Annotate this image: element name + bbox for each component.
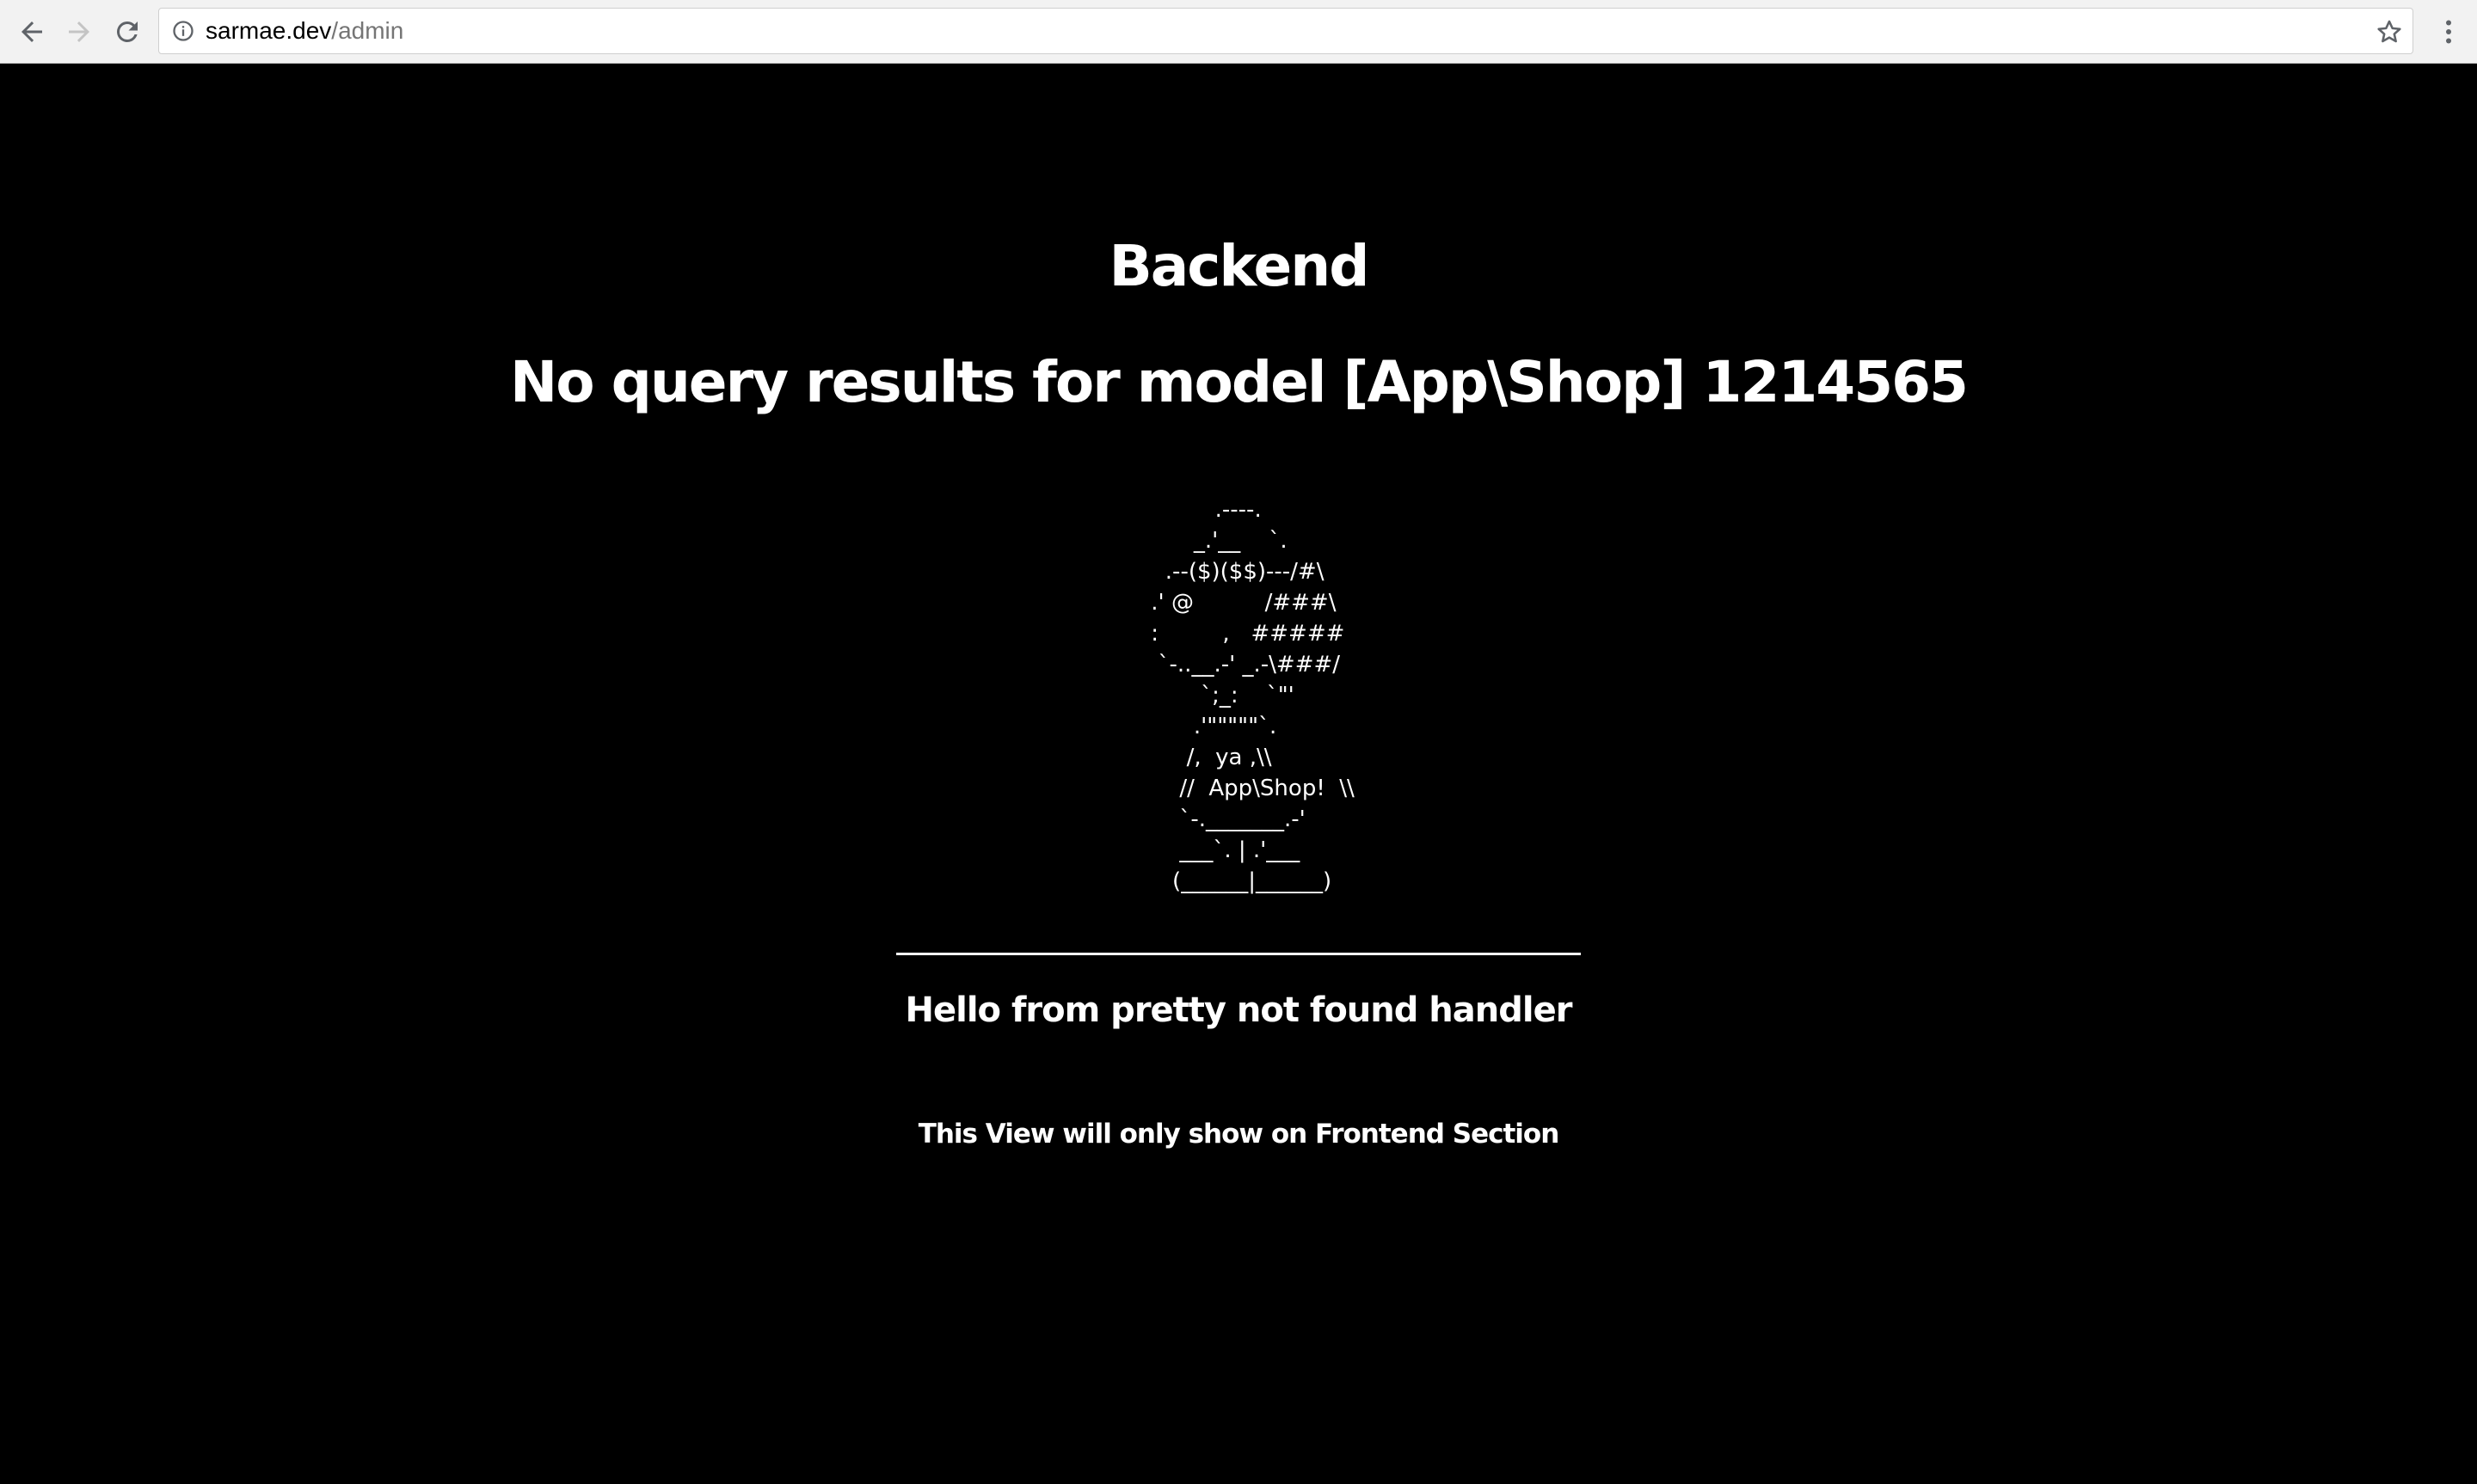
- section-title: Backend: [1109, 233, 1369, 299]
- vertical-dots-icon: [2446, 20, 2451, 44]
- error-message: No query results for model [App\Shop] 12…: [510, 349, 1969, 415]
- browser-toolbar: sarmae.dev/admin: [0, 0, 2477, 64]
- browser-menu-button[interactable]: [2427, 10, 2470, 53]
- handler-message: Hello from pretty not found handler: [905, 990, 1573, 1030]
- url-path: /admin: [331, 17, 404, 44]
- reload-icon: [116, 21, 138, 42]
- url-text[interactable]: sarmae.dev/admin: [206, 9, 403, 53]
- forward-button[interactable]: [58, 10, 101, 53]
- info-circle-icon[interactable]: [171, 19, 195, 43]
- divider: [896, 953, 1581, 955]
- arrow-right-icon: [69, 21, 89, 42]
- page-content: Backend No query results for model [App\…: [0, 64, 2477, 1484]
- address-bar[interactable]: sarmae.dev/admin: [158, 8, 2413, 54]
- url-host: sarmae.dev: [206, 17, 332, 44]
- ascii-art-mascot: .----. _.'__ `. .--($)($$)---/#\ .' @ /#…: [1151, 497, 1355, 894]
- arrow-left-icon: [22, 21, 42, 42]
- reload-button[interactable]: [106, 10, 149, 53]
- frontend-note: This View will only show on Frontend Sec…: [918, 1119, 1560, 1150]
- back-button[interactable]: [10, 10, 53, 53]
- star-icon[interactable]: [2375, 17, 2404, 46]
